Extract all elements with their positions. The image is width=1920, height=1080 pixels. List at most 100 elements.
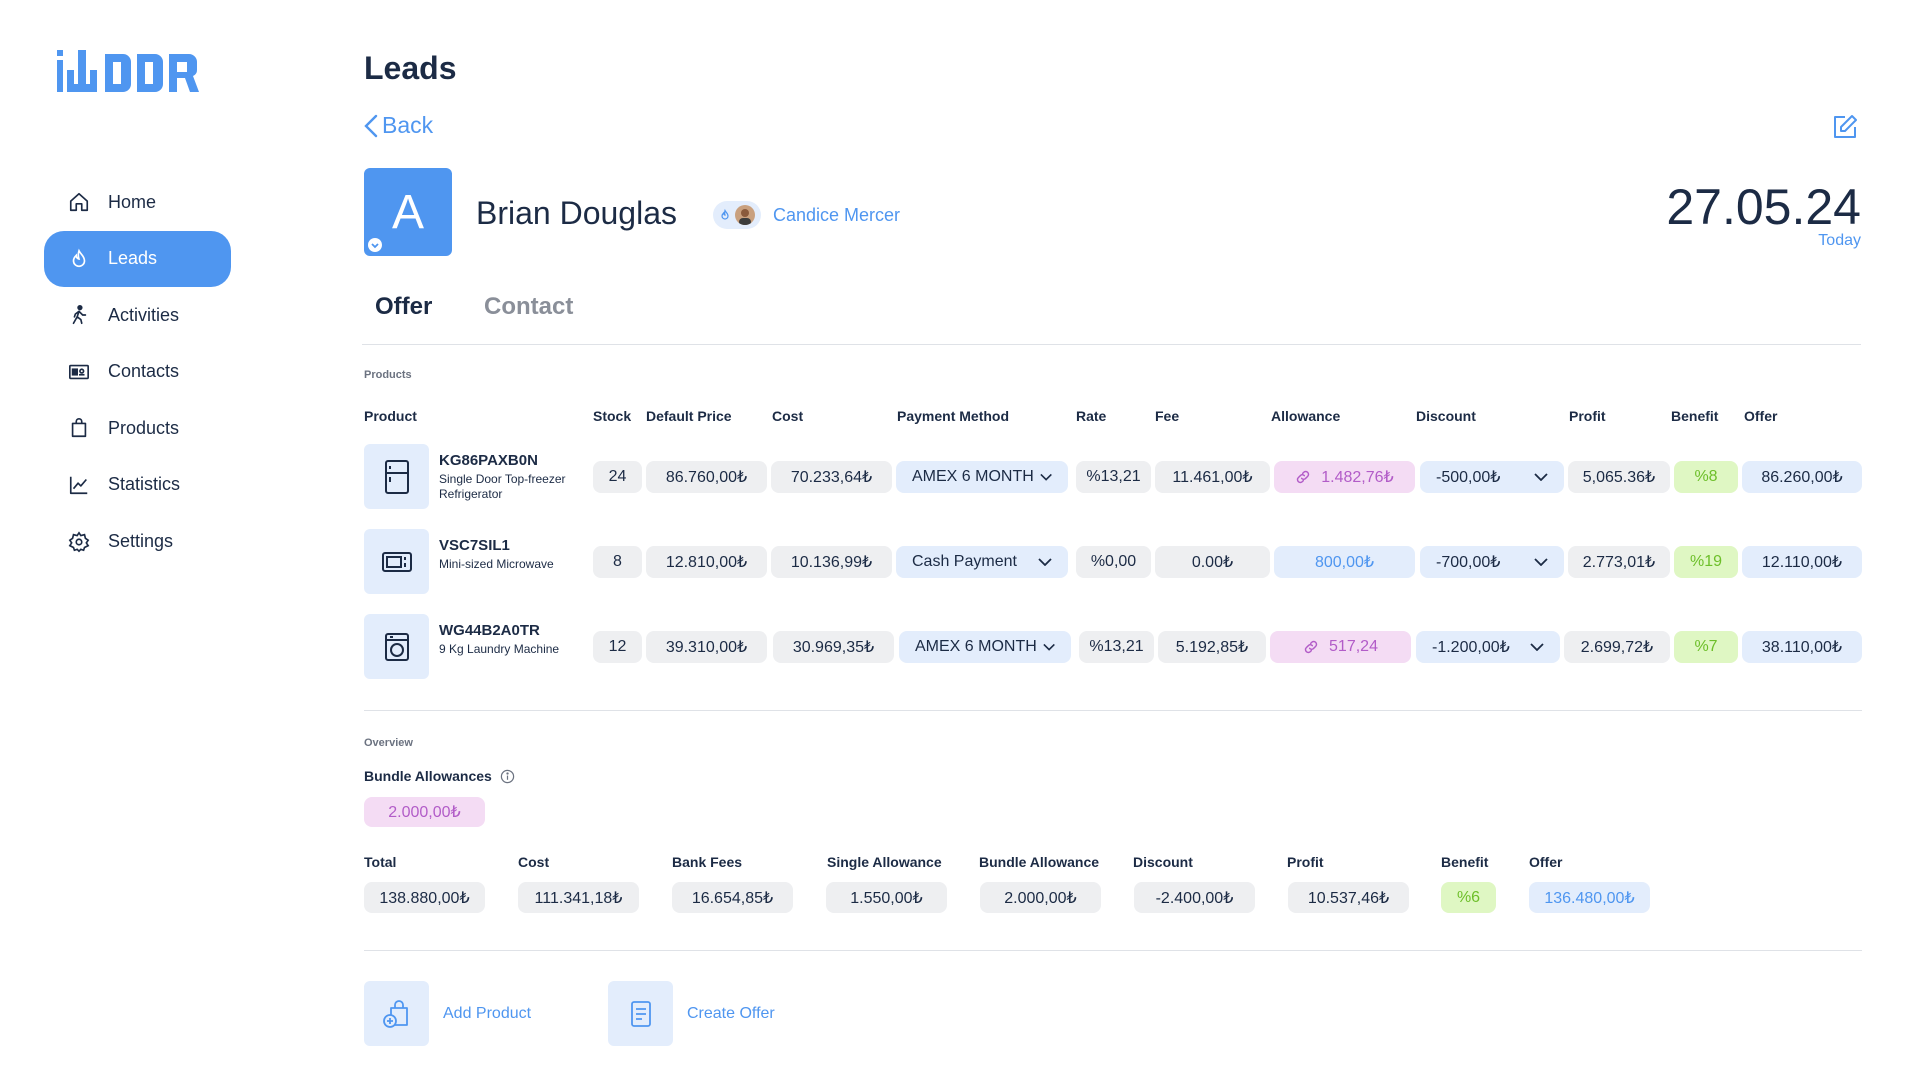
payment-method-value: AMEX 6 MONTH (912, 468, 1034, 485)
cost-field: 10.136,99₺ (771, 546, 892, 578)
fee-field: 5.192,85₺ (1158, 631, 1266, 663)
owner-name[interactable]: Candice Mercer (773, 205, 900, 226)
column-header: Product (364, 408, 417, 424)
stock-field[interactable]: 8 (593, 546, 642, 578)
summary-label: Single Allowance (827, 854, 942, 870)
summary-total-value: 138.880,00₺ (364, 882, 485, 913)
product-description: Single Door Top-freezer Refrigerator (439, 472, 566, 501)
summary-single-allowance-value: 1.550,00₺ (826, 882, 947, 913)
default-price-field: 86.760,00₺ (646, 461, 767, 493)
bag-icon (68, 417, 90, 439)
sidebar-item-activities[interactable]: Activities (44, 287, 231, 343)
chevron-down-icon (1530, 643, 1544, 651)
allowance-field[interactable]: 1.482,76₺ (1274, 461, 1415, 493)
check-badge-icon (368, 238, 382, 252)
rate-field: %13,21 (1076, 461, 1151, 493)
discount-value: -700,00₺ (1436, 554, 1501, 571)
tab-offer[interactable]: Offer (375, 293, 432, 321)
sidebar-item-products[interactable]: Products (44, 400, 231, 456)
discount-select[interactable]: -500,00₺ (1420, 461, 1564, 493)
column-header: Default Price (646, 408, 732, 424)
allowance-value: 1.482,76₺ (1321, 469, 1394, 486)
payment-method-value: AMEX 6 MONTH (915, 638, 1037, 655)
owner-pill (713, 201, 761, 229)
profit-field: 5,065.36₺ (1568, 461, 1670, 493)
tab-contact[interactable]: Contact (484, 293, 573, 321)
tabs-divider (362, 344, 1861, 345)
flame-icon (721, 208, 729, 220)
sidebar-item-label: Activities (108, 304, 180, 325)
payment-method-select[interactable]: Cash Payment (896, 546, 1068, 578)
sidebar-item-home[interactable]: Home (44, 174, 231, 230)
microwave-icon (364, 529, 429, 594)
brand-logo (57, 50, 199, 92)
offer-field[interactable]: 38.110,00₺ (1742, 631, 1862, 663)
back-button[interactable]: Back (364, 112, 433, 139)
summary-bundle-allowance-value: 2.000,00₺ (980, 882, 1101, 913)
overview-section-label: Overview (364, 737, 413, 749)
offer-field[interactable]: 12.110,00₺ (1742, 546, 1862, 578)
benefit-badge: %19 (1674, 546, 1738, 578)
chevron-left-icon (364, 114, 378, 137)
discount-value: -1.200,00₺ (1432, 639, 1510, 656)
products-section-label: Products (364, 369, 412, 381)
summary-label: Cost (518, 854, 550, 870)
create-offer-button[interactable]: Create Offer (608, 981, 775, 1046)
discount-value: -500,00₺ (1436, 469, 1501, 486)
fee-field: 0.00₺ (1155, 546, 1270, 578)
sidebar-item-label: Leads (108, 248, 158, 269)
bundle-allowances-text: Bundle Allowances (364, 768, 492, 784)
sidebar-item-leads[interactable]: Leads (44, 230, 231, 287)
product-description: Mini-sized Microwave (439, 557, 554, 571)
summary-cost-value: 111.341,18₺ (518, 882, 639, 913)
sidebar-item-label: Settings (108, 531, 174, 552)
edit-icon[interactable] (1832, 114, 1858, 140)
sidebar-item-statistics[interactable]: Statistics (44, 457, 231, 513)
summary-label: Total (364, 854, 397, 870)
column-header: Fee (1155, 408, 1180, 424)
discount-select[interactable]: -700,00₺ (1420, 546, 1564, 578)
column-header: Cost (772, 408, 804, 424)
benefit-badge: %7 (1674, 631, 1738, 663)
add-product-button[interactable]: Add Product (364, 981, 531, 1046)
payment-method-value: Cash Payment (912, 553, 1017, 570)
table-row: VSC7SIL1 Mini-sized Microwave 8 12.810,0… (364, 529, 1862, 595)
column-header: Offer (1744, 408, 1778, 424)
summary-label: Bundle Allowance (979, 854, 1100, 870)
flame-icon (68, 248, 90, 270)
stock-field[interactable]: 24 (593, 461, 642, 493)
summary-label: Offer (1529, 854, 1563, 870)
lead-name: Brian Douglas (476, 195, 677, 231)
create-offer-label: Create Offer (687, 1004, 775, 1022)
back-label: Back (382, 112, 434, 138)
allowance-field[interactable]: 517,24 (1270, 631, 1411, 663)
home-icon (68, 191, 90, 213)
bundle-allowance-value[interactable]: 2.000,00₺ (364, 797, 485, 827)
summary-offer-value: 136.480,00₺ (1529, 882, 1650, 913)
stock-field[interactable]: 12 (593, 631, 642, 663)
product-code: WG44B2A0TR (439, 622, 540, 639)
summary-bank-fees-value: 16.654,85₺ (672, 882, 793, 913)
lead-owner[interactable]: Candice Mercer (713, 201, 900, 229)
owner-avatar (735, 205, 755, 225)
rate-field: %0,00 (1076, 546, 1151, 578)
sidebar-item-settings[interactable]: Settings (44, 514, 231, 570)
column-header: Stock (593, 408, 632, 424)
allowance-value: 517,24 (1329, 638, 1378, 655)
document-icon (608, 981, 673, 1046)
discount-select[interactable]: -1.200,00₺ (1416, 631, 1560, 663)
default-price-field: 39.310,00₺ (646, 631, 767, 663)
sidebar-nav: Home Leads Activities Contacts Products … (44, 174, 231, 570)
lead-avatar[interactable]: A (364, 168, 452, 256)
info-icon[interactable] (500, 769, 515, 784)
cost-field: 30.969,35₺ (773, 631, 894, 663)
offer-field[interactable]: 86.260,00₺ (1742, 461, 1862, 493)
sidebar-item-contacts[interactable]: Contacts (44, 344, 231, 400)
payment-method-select[interactable]: AMEX 6 MONTH (896, 461, 1068, 493)
summary-profit-value: 10.537,46₺ (1288, 882, 1409, 913)
allowance-field[interactable]: 800,00₺ (1274, 546, 1415, 578)
payment-method-select[interactable]: AMEX 6 MONTH (899, 631, 1071, 663)
overview-divider (364, 950, 1862, 951)
chevron-down-icon (1534, 473, 1548, 481)
page-title: Leads (364, 50, 457, 86)
